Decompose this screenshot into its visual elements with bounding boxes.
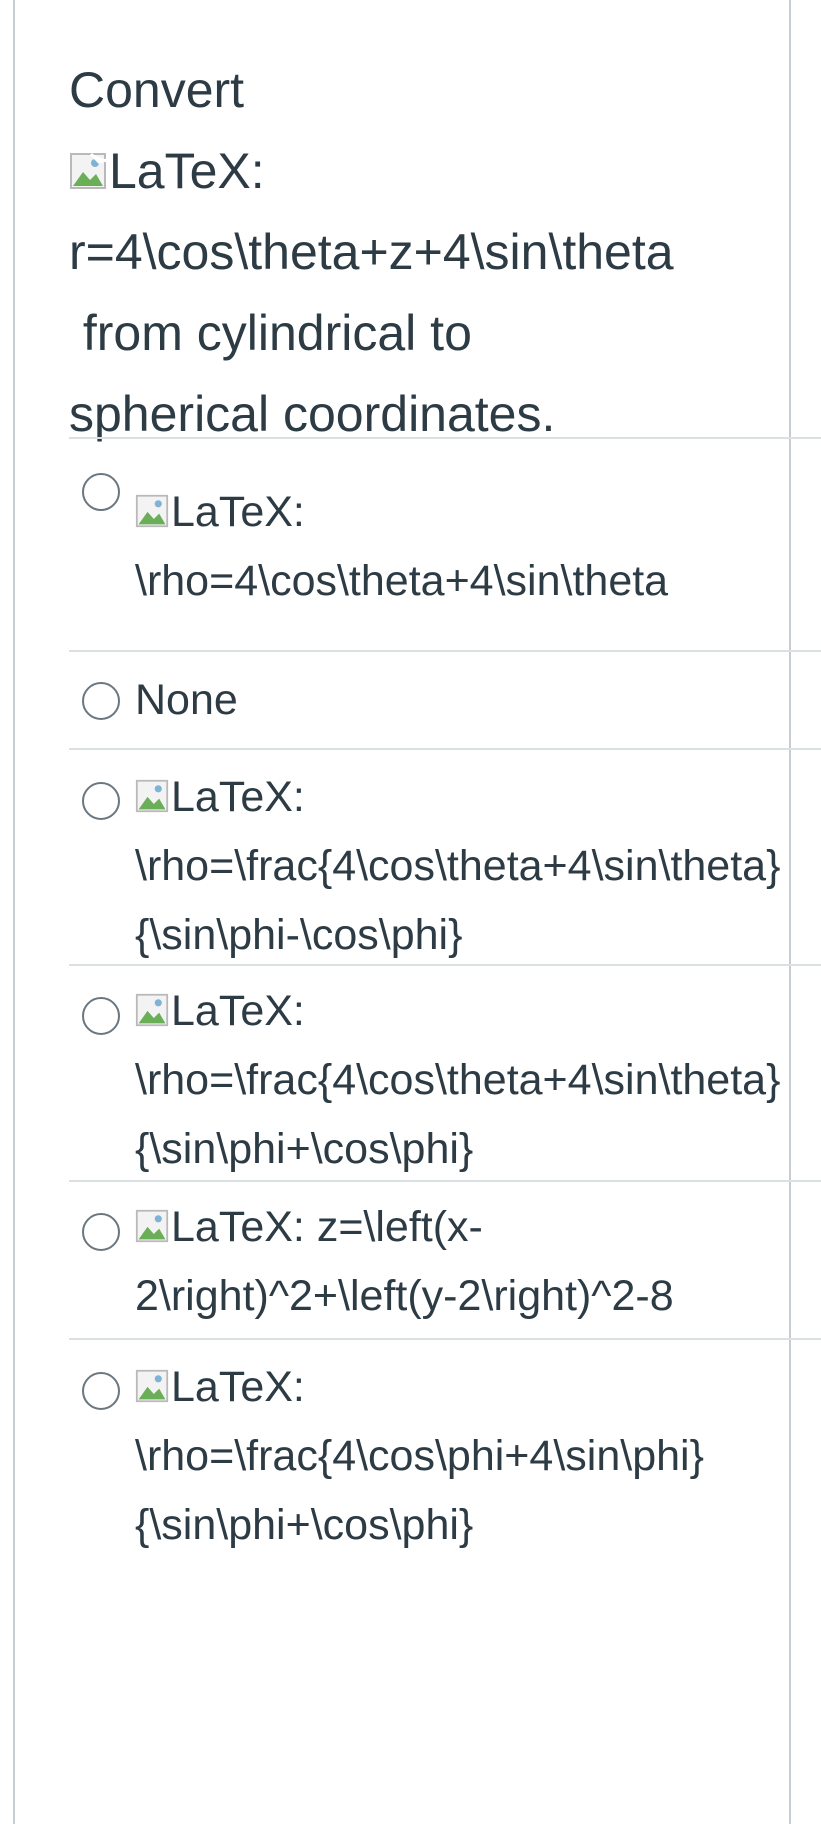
radio-button[interactable] [82, 782, 120, 820]
answer-line: LaTeX: z=\left(x- [135, 1193, 821, 1262]
answer-text: LaTeX: z=\left(x- 2\right)^2+\left(y-2\r… [135, 1193, 821, 1331]
broken-image-icon [135, 1209, 169, 1243]
answer-line: {\sin\phi+\cos\phi} [135, 1501, 474, 1549]
broken-image-icon [135, 993, 169, 1027]
divider [69, 1180, 821, 1182]
radio-button[interactable] [82, 473, 120, 511]
broken-image-icon [135, 1369, 169, 1403]
answer-latex-label: LaTeX: [171, 488, 305, 536]
answer-line: 2\right)^2+\left(y-2\right)^2-8 [135, 1272, 674, 1320]
divider [69, 964, 821, 966]
answer-line: LaTeX: [135, 478, 821, 547]
answer-text: LaTeX: \rho=4\cos\theta+4\sin\theta [135, 478, 821, 616]
question-latex-label: LaTeX: [109, 143, 265, 199]
answer-line: None [135, 676, 238, 724]
question-line: Convert [69, 62, 245, 118]
answer-text: LaTeX: \rho=\frac{4\cos\theta+4\sin\thet… [135, 977, 821, 1184]
quiz-panel: Convert LaTeX: r=4\cos\theta+z+4\sin\the… [0, 0, 821, 1824]
answer-text: None [135, 666, 821, 735]
answer-line: \rho=\frac{4\cos\theta+4\sin\theta} [135, 842, 781, 890]
divider [69, 1338, 821, 1340]
radio-button[interactable] [82, 682, 120, 720]
broken-image-icon [135, 494, 169, 528]
broken-image-icon [135, 779, 169, 813]
answer-text: LaTeX: \rho=\frac{4\cos\theta+4\sin\thet… [135, 763, 821, 970]
question-text: Convert LaTeX: r=4\cos\theta+z+4\sin\the… [69, 50, 769, 455]
answer-latex-label: LaTeX: [171, 987, 305, 1035]
answer-line: \rho=\frac{4\cos\phi+4\sin\phi} [135, 1432, 704, 1480]
answer-line: LaTeX: [135, 763, 821, 832]
answer-latex-label: LaTeX: [171, 773, 305, 821]
radio-button[interactable] [82, 1213, 120, 1251]
answer-line: LaTeX: [135, 1353, 821, 1422]
question-line: spherical coordinates. [69, 386, 556, 442]
radio-button[interactable] [82, 1372, 120, 1410]
answer-text: LaTeX: \rho=\frac{4\cos\phi+4\sin\phi} {… [135, 1353, 821, 1560]
answer-line: \rho=4\cos\theta+4\sin\theta [135, 557, 669, 605]
question-line: from cylindrical to [69, 305, 472, 361]
question-line: r=4\cos\theta+z+4\sin\theta [69, 224, 674, 280]
radio-button[interactable] [82, 997, 120, 1035]
question-line: LaTeX: [69, 131, 769, 212]
answer-line: {\sin\phi-\cos\phi} [135, 911, 463, 959]
answer-line: {\sin\phi+\cos\phi} [135, 1125, 474, 1173]
panel-left-border [13, 0, 15, 1824]
divider [69, 748, 821, 750]
answer-latex-label: LaTeX: z=\left(x- [171, 1203, 483, 1251]
divider [69, 437, 821, 439]
answer-line: LaTeX: [135, 977, 821, 1046]
broken-image-icon [69, 152, 107, 190]
divider [69, 650, 821, 652]
answer-latex-label: LaTeX: [171, 1363, 305, 1411]
answer-line: \rho=\frac{4\cos\theta+4\sin\theta} [135, 1056, 781, 1104]
